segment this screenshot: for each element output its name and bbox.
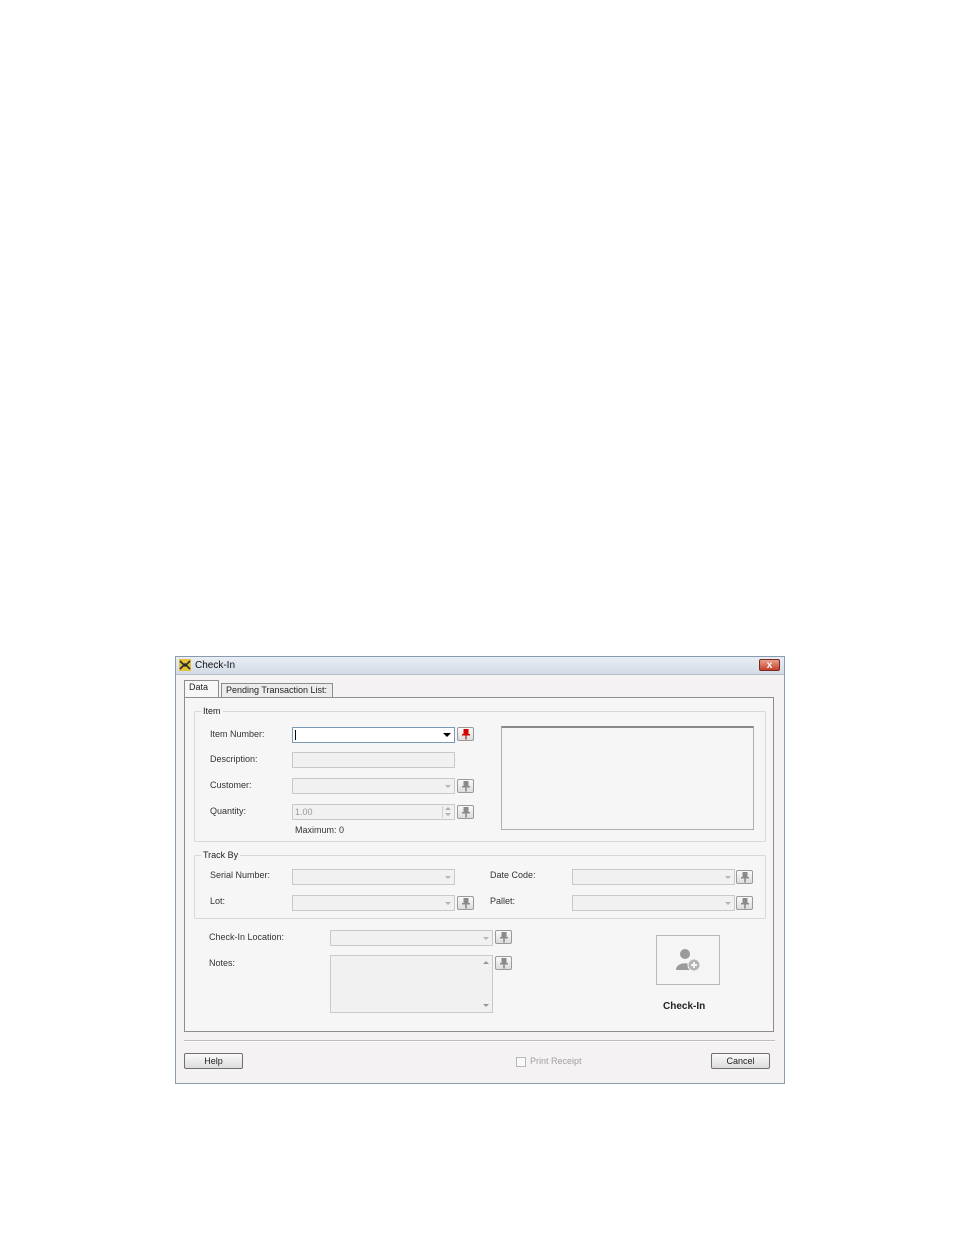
customer-pin-button[interactable]	[457, 779, 474, 793]
description-field	[292, 752, 455, 768]
pushpin-icon	[741, 872, 749, 883]
track-by-group-title: Track By	[201, 850, 241, 860]
chevron-down-icon[interactable]	[443, 733, 451, 737]
tab-pending-transaction-list[interactable]: Pending Transaction List: 0	[221, 683, 333, 708]
user-add-icon	[676, 949, 701, 972]
scroll-down-icon[interactable]	[483, 1004, 489, 1007]
checkin-location-combobox[interactable]	[330, 930, 493, 946]
chevron-down-icon[interactable]	[445, 876, 451, 879]
item-group-title: Item	[201, 706, 223, 716]
pushpin-icon	[462, 729, 470, 740]
pallet-pin-button[interactable]	[736, 896, 753, 910]
spin-down-icon[interactable]	[445, 813, 451, 816]
description-label: Description:	[210, 754, 258, 764]
pushpin-icon	[500, 958, 508, 969]
chevron-down-icon[interactable]	[483, 937, 489, 940]
pallet-combobox[interactable]	[572, 895, 735, 911]
tab-data[interactable]: Data	[184, 680, 219, 697]
spin-up-icon[interactable]	[445, 807, 451, 810]
pushpin-icon	[462, 807, 470, 818]
item-group: Item Item Number: Description: Customer:	[194, 706, 766, 842]
checkin-location-pin-button[interactable]	[495, 930, 512, 944]
serial-number-combobox[interactable]	[292, 869, 455, 885]
checkin-location-label: Check-In Location:	[209, 932, 285, 942]
title-bar: Check-In x	[176, 657, 784, 675]
pushpin-icon	[462, 898, 470, 909]
pushpin-icon	[462, 781, 470, 792]
item-number-label: Item Number:	[210, 729, 265, 739]
customer-label: Customer:	[210, 780, 252, 790]
serial-number-label: Serial Number:	[210, 870, 271, 880]
pushpin-icon	[500, 932, 508, 943]
date-code-label: Date Code:	[490, 870, 536, 880]
help-button[interactable]: Help	[184, 1053, 243, 1069]
date-code-pin-button[interactable]	[736, 870, 753, 884]
chevron-down-icon[interactable]	[445, 785, 451, 788]
quantity-value: 1.00	[295, 807, 313, 817]
text-caret	[295, 730, 296, 740]
quantity-label: Quantity:	[210, 806, 247, 816]
close-icon: x	[766, 660, 773, 671]
chevron-down-icon[interactable]	[725, 902, 731, 905]
item-number-pin-button[interactable]	[457, 727, 474, 741]
customer-combobox[interactable]	[292, 778, 455, 794]
notes-pin-button[interactable]	[495, 956, 512, 970]
print-receipt-checkbox[interactable]	[516, 1057, 526, 1067]
pushpin-icon	[741, 898, 749, 909]
quantity-pin-button[interactable]	[457, 805, 474, 819]
notes-label: Notes:	[209, 958, 236, 968]
pallet-label: Pallet:	[490, 896, 516, 906]
item-number-combobox[interactable]	[292, 727, 455, 743]
lot-label: Lot:	[210, 896, 226, 906]
item-image-preview	[501, 726, 754, 830]
lot-combobox[interactable]	[292, 895, 455, 911]
checkin-button[interactable]	[656, 935, 720, 985]
chevron-down-icon[interactable]	[725, 876, 731, 879]
window-title: Check-In	[195, 660, 236, 671]
data-tab-panel: Item Item Number: Description: Customer:	[184, 697, 774, 1032]
checkin-button-label: Check-In	[663, 1001, 706, 1012]
spin-buttons[interactable]	[442, 806, 453, 818]
date-code-combobox[interactable]	[572, 869, 735, 885]
lot-pin-button[interactable]	[457, 896, 474, 910]
close-button[interactable]: x	[759, 659, 780, 671]
checkin-window: Check-In x Data Pending Transaction List…	[175, 656, 785, 1084]
print-receipt-label[interactable]: Print Receipt	[530, 1056, 582, 1066]
check-in-app-icon	[179, 659, 191, 671]
scroll-up-icon[interactable]	[483, 961, 489, 964]
quantity-stepper[interactable]: 1.00	[292, 804, 455, 820]
chevron-down-icon[interactable]	[445, 902, 451, 905]
footer-separator	[184, 1040, 775, 1042]
cancel-button[interactable]: Cancel	[711, 1053, 770, 1069]
track-by-group: Track By Serial Number: Lot: Date Code:	[194, 850, 766, 919]
maximum-text: Maximum: 0	[295, 825, 345, 835]
notes-textarea[interactable]	[330, 955, 493, 1013]
